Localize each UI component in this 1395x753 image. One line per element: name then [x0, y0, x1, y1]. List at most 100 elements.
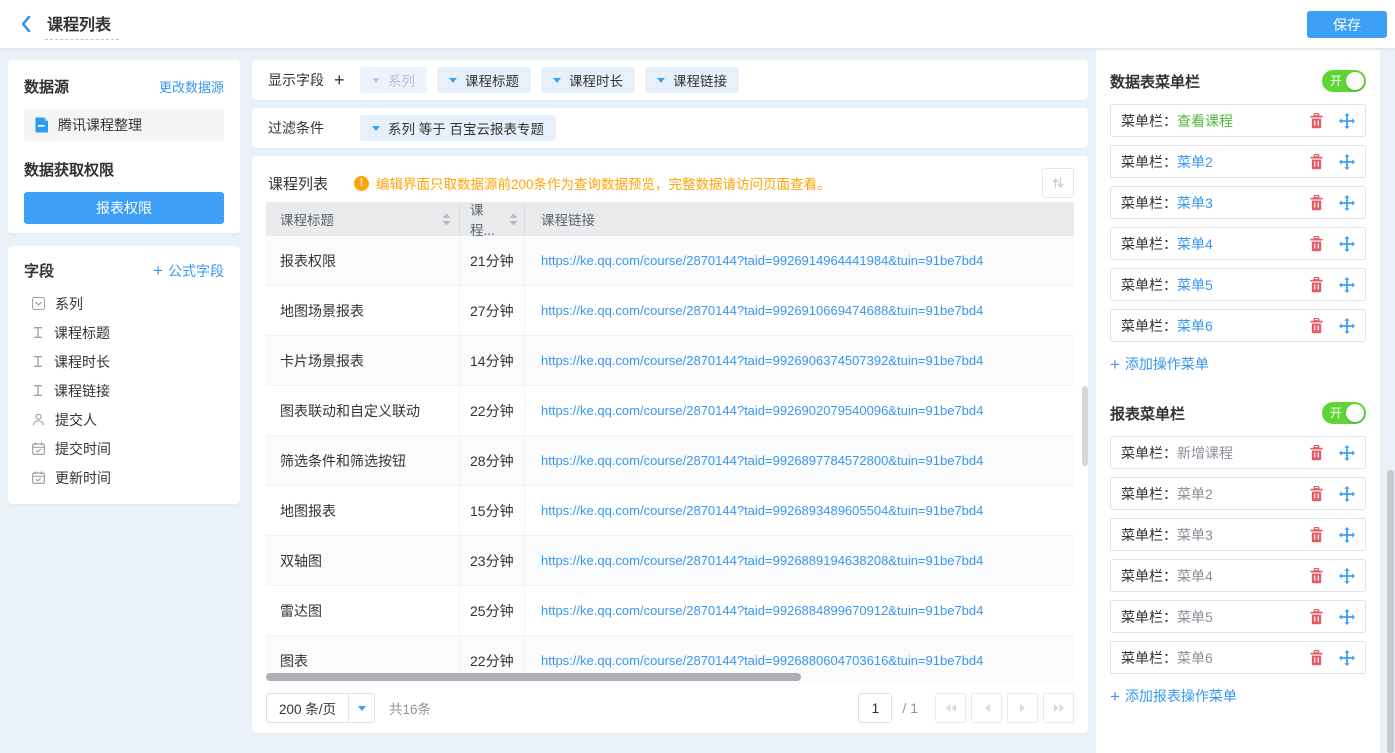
menu-item[interactable]: 菜单栏： 菜单4	[1110, 559, 1366, 592]
menu-item-value[interactable]: 菜单5	[1177, 275, 1213, 295]
page-size-select[interactable]: 200 条/页	[266, 693, 375, 723]
page-title[interactable]: 课程列表	[45, 9, 119, 40]
delete-icon[interactable]	[1309, 154, 1324, 170]
menu-item-value[interactable]: 菜单3	[1177, 525, 1213, 545]
move-icon[interactable]	[1339, 195, 1355, 211]
table-horizontal-scrollbar[interactable]	[266, 673, 801, 681]
table-row[interactable]: 筛选条件和筛选按钮 28分钟 https://ke.qq.com/course/…	[266, 436, 1074, 486]
next-page-button[interactable]	[1007, 693, 1038, 723]
course-link[interactable]: https://ke.qq.com/course/2870144?taid=99…	[541, 503, 983, 518]
menu-item-value[interactable]: 菜单2	[1177, 152, 1213, 172]
course-link[interactable]: https://ke.qq.com/course/2870144?taid=99…	[541, 553, 983, 568]
move-icon[interactable]	[1339, 113, 1355, 129]
add-table-menu-link[interactable]: +添加操作菜单	[1110, 354, 1209, 374]
delete-icon[interactable]	[1309, 277, 1324, 293]
menu-item-value[interactable]: 菜单4	[1177, 566, 1213, 586]
course-link[interactable]: https://ke.qq.com/course/2870144?taid=99…	[541, 453, 983, 468]
row-order-button[interactable]	[1042, 168, 1074, 198]
sort-arrows-icon[interactable]	[442, 213, 451, 226]
display-field-tag[interactable]: 课程链接	[645, 67, 739, 93]
menu-item[interactable]: 菜单栏： 菜单5	[1110, 268, 1366, 301]
menu-item[interactable]: 菜单栏： 查看课程	[1110, 104, 1366, 137]
display-field-tag[interactable]: 课程标题	[437, 67, 531, 93]
move-icon[interactable]	[1339, 236, 1355, 252]
move-icon[interactable]	[1339, 527, 1355, 543]
move-icon[interactable]	[1339, 650, 1355, 666]
menu-item[interactable]: 菜单栏： 新增课程	[1110, 436, 1366, 469]
column-header-course-duration[interactable]: 课程...	[460, 202, 525, 236]
table-row[interactable]: 报表权限 21分钟 https://ke.qq.com/course/28701…	[266, 236, 1074, 286]
move-icon[interactable]	[1339, 445, 1355, 461]
table-row[interactable]: 图表联动和自定义联动 22分钟 https://ke.qq.com/course…	[266, 386, 1074, 436]
table-row[interactable]: 地图报表 15分钟 https://ke.qq.com/course/28701…	[266, 486, 1074, 536]
course-link[interactable]: https://ke.qq.com/course/2870144?taid=99…	[541, 353, 983, 368]
delete-icon[interactable]	[1309, 568, 1324, 584]
move-icon[interactable]	[1339, 154, 1355, 170]
move-icon[interactable]	[1339, 609, 1355, 625]
display-field-tag[interactable]: 课程时长	[541, 67, 635, 93]
add-report-menu-link[interactable]: +添加报表操作菜单	[1110, 686, 1237, 706]
delete-icon[interactable]	[1309, 609, 1324, 625]
table-row[interactable]: 地图场景报表 27分钟 https://ke.qq.com/course/287…	[266, 286, 1074, 336]
back-icon[interactable]	[20, 15, 31, 33]
menu-item[interactable]: 菜单栏： 菜单5	[1110, 600, 1366, 633]
move-icon[interactable]	[1339, 277, 1355, 293]
first-page-button[interactable]	[935, 693, 966, 723]
delete-icon[interactable]	[1309, 318, 1324, 334]
add-display-field-button[interactable]: +	[334, 71, 345, 89]
window-scrollbar[interactable]	[1387, 470, 1394, 753]
table-menu-toggle[interactable]: 开	[1322, 70, 1366, 92]
menu-item[interactable]: 菜单栏： 菜单3	[1110, 518, 1366, 551]
save-button[interactable]: 保存	[1307, 11, 1387, 38]
page-size-dropdown-icon[interactable]	[348, 694, 374, 722]
field-item[interactable]: 更新时间	[24, 463, 224, 492]
menu-item[interactable]: 菜单栏： 菜单2	[1110, 477, 1366, 510]
last-page-button[interactable]	[1043, 693, 1074, 723]
course-link[interactable]: https://ke.qq.com/course/2870144?taid=99…	[541, 253, 983, 268]
previous-page-button[interactable]	[971, 693, 1002, 723]
table-row[interactable]: 卡片场景报表 14分钟 https://ke.qq.com/course/287…	[266, 336, 1074, 386]
delete-icon[interactable]	[1309, 445, 1324, 461]
change-datasource-link[interactable]: 更改数据源	[159, 77, 224, 96]
menu-item[interactable]: 菜单栏： 菜单3	[1110, 186, 1366, 219]
menu-item-value[interactable]: 菜单5	[1177, 607, 1213, 627]
field-item[interactable]: 系列	[24, 289, 224, 318]
delete-icon[interactable]	[1309, 650, 1324, 666]
menu-item-value[interactable]: 菜单4	[1177, 234, 1213, 254]
menu-item[interactable]: 菜单栏： 菜单2	[1110, 145, 1366, 178]
menu-item-value[interactable]: 菜单6	[1177, 316, 1213, 336]
display-field-tag[interactable]: 系列	[360, 67, 427, 93]
table-row[interactable]: 双轴图 23分钟 https://ke.qq.com/course/287014…	[266, 536, 1074, 586]
column-header-course-title[interactable]: 课程标题	[266, 202, 460, 236]
course-link[interactable]: https://ke.qq.com/course/2870144?taid=99…	[541, 303, 983, 318]
move-icon[interactable]	[1339, 486, 1355, 502]
report-menu-toggle[interactable]: 开	[1322, 402, 1366, 424]
delete-icon[interactable]	[1309, 527, 1324, 543]
delete-icon[interactable]	[1309, 236, 1324, 252]
add-formula-field-link[interactable]: +公式字段	[153, 261, 224, 281]
field-item[interactable]: 提交时间	[24, 434, 224, 463]
menu-item-value[interactable]: 菜单2	[1177, 484, 1213, 504]
menu-item-value[interactable]: 菜单6	[1177, 648, 1213, 668]
menu-item-value[interactable]: 查看课程	[1177, 111, 1233, 131]
filter-condition-tag[interactable]: 系列 等于 百宝云报表专题	[360, 115, 556, 141]
menu-item[interactable]: 菜单栏： 菜单4	[1110, 227, 1366, 260]
page-number-input[interactable]	[858, 693, 892, 723]
course-link[interactable]: https://ke.qq.com/course/2870144?taid=99…	[541, 403, 983, 418]
delete-icon[interactable]	[1309, 113, 1324, 129]
delete-icon[interactable]	[1309, 486, 1324, 502]
field-item[interactable]: 课程链接	[24, 376, 224, 405]
menu-item[interactable]: 菜单栏： 菜单6	[1110, 641, 1366, 674]
table-vertical-scrollbar[interactable]	[1082, 386, 1088, 466]
course-link[interactable]: https://ke.qq.com/course/2870144?taid=99…	[541, 603, 983, 618]
course-link[interactable]: https://ke.qq.com/course/2870144?taid=99…	[541, 653, 983, 668]
sort-arrows-icon[interactable]	[509, 213, 518, 226]
delete-icon[interactable]	[1309, 195, 1324, 211]
report-permission-button[interactable]: 报表权限	[24, 192, 224, 224]
datasource-item[interactable]: 腾讯课程整理	[24, 109, 224, 141]
menu-item-value[interactable]: 菜单3	[1177, 193, 1213, 213]
field-item[interactable]: 提交人	[24, 405, 224, 434]
move-icon[interactable]	[1339, 568, 1355, 584]
menu-item-value[interactable]: 新增课程	[1177, 443, 1233, 463]
field-item[interactable]: 课程标题	[24, 318, 224, 347]
